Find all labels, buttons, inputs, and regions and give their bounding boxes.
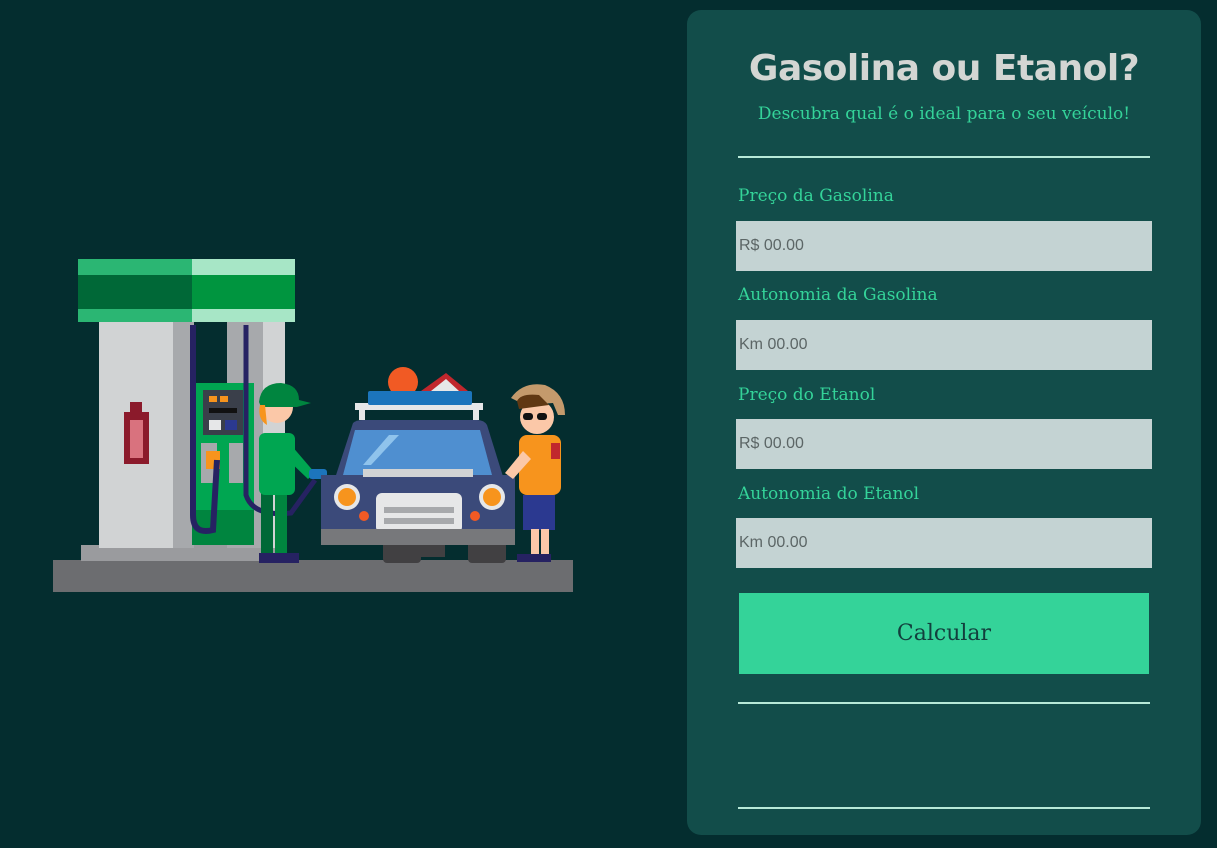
gasoline-price-input[interactable] [736,221,1152,271]
car-icon [321,367,515,563]
ethanol-price-input[interactable] [736,419,1152,469]
attendant-icon [259,383,327,563]
gasoline-range-input[interactable] [736,320,1152,370]
gasoline-price-label: Preço da Gasolina [738,186,894,206]
bottom-divider [738,807,1150,809]
middle-divider [738,702,1150,704]
gas-station-illustration [53,259,573,592]
ethanol-range-label: Autonomia do Etanol [738,484,920,504]
ethanol-price-label: Preço do Etanol [738,385,876,405]
top-divider [738,156,1150,158]
calculator-panel: Gasolina ou Etanol? Descubra qual é o id… [687,10,1201,835]
page-title: Gasolina ou Etanol? [748,48,1140,89]
page-subtitle: Descubra qual é o ideal para o seu veícu… [757,104,1131,124]
result-area [738,722,1150,802]
ethanol-range-input[interactable] [736,518,1152,568]
ground [53,560,573,592]
calculate-button[interactable]: Calcular [739,593,1149,674]
gasoline-range-label: Autonomia da Gasolina [738,285,938,305]
